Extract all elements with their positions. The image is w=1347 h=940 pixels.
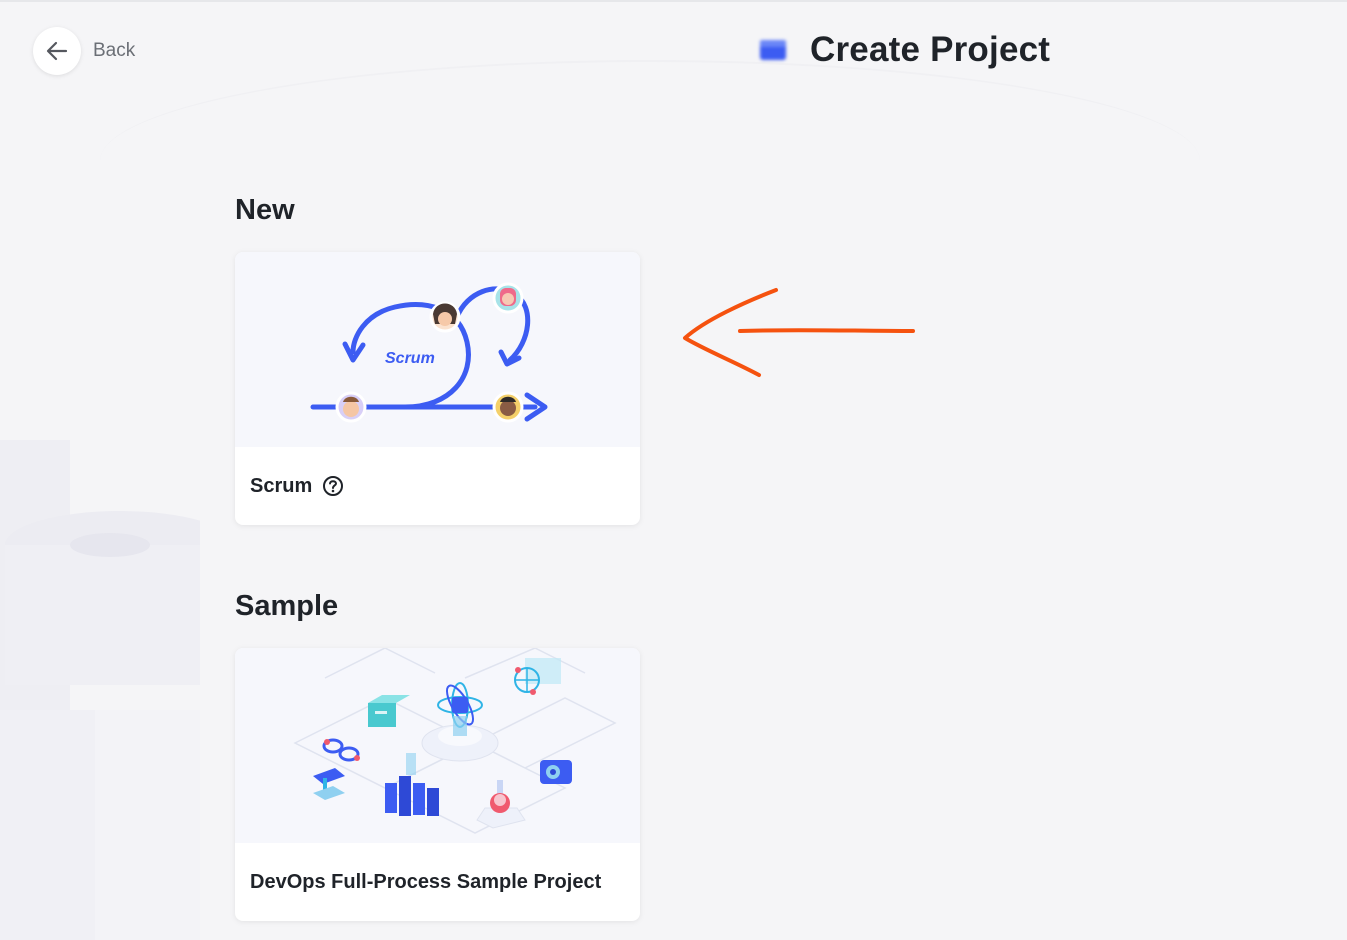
scrum-illustration-label: Scrum	[385, 350, 435, 367]
back-button[interactable]: Back	[33, 27, 135, 75]
avatar	[335, 391, 367, 423]
flask-icon	[476, 780, 526, 829]
card-footer: DevOps Full-Process Sample Project	[235, 843, 640, 921]
top-divider	[0, 0, 1347, 2]
devops-illustration	[235, 648, 640, 843]
devops-sample-card[interactable]: DevOps Full-Process Sample Project	[235, 648, 640, 921]
section-heading-new: New	[235, 194, 295, 226]
project-logo-icon	[760, 40, 786, 60]
server-rack-icon	[385, 753, 439, 816]
scrum-cycle-image: Scrum	[310, 282, 548, 423]
card-footer: Scrum	[235, 447, 640, 525]
avatar	[492, 282, 524, 314]
chain-icon	[322, 738, 360, 762]
scrum-card-title[interactable]: Scrum	[250, 475, 312, 498]
avatar	[429, 301, 461, 333]
stand-icon	[313, 768, 345, 800]
page-title: Create Project	[810, 30, 1051, 69]
avatar	[492, 391, 524, 423]
box-icon	[368, 695, 410, 727]
scrum-illustration: Scrum	[235, 252, 640, 447]
camera-icon	[540, 760, 572, 784]
scrum-template-card[interactable]: Scrum Scrum	[235, 252, 640, 525]
section-heading-sample: Sample	[235, 590, 339, 622]
globe-icon	[514, 658, 561, 695]
annotation-arrow-icon	[683, 288, 915, 377]
back-circle[interactable]	[33, 27, 81, 75]
back-label[interactable]: Back	[93, 40, 135, 62]
background-arc	[100, 60, 1200, 262]
question-circle-icon[interactable]	[322, 475, 344, 497]
background-decoration	[0, 440, 200, 940]
devops-network-image	[293, 648, 617, 834]
page-header: Create Project	[758, 30, 1050, 70]
devops-card-title[interactable]: DevOps Full-Process Sample Project	[250, 871, 601, 894]
arrow-left-icon	[46, 41, 68, 61]
